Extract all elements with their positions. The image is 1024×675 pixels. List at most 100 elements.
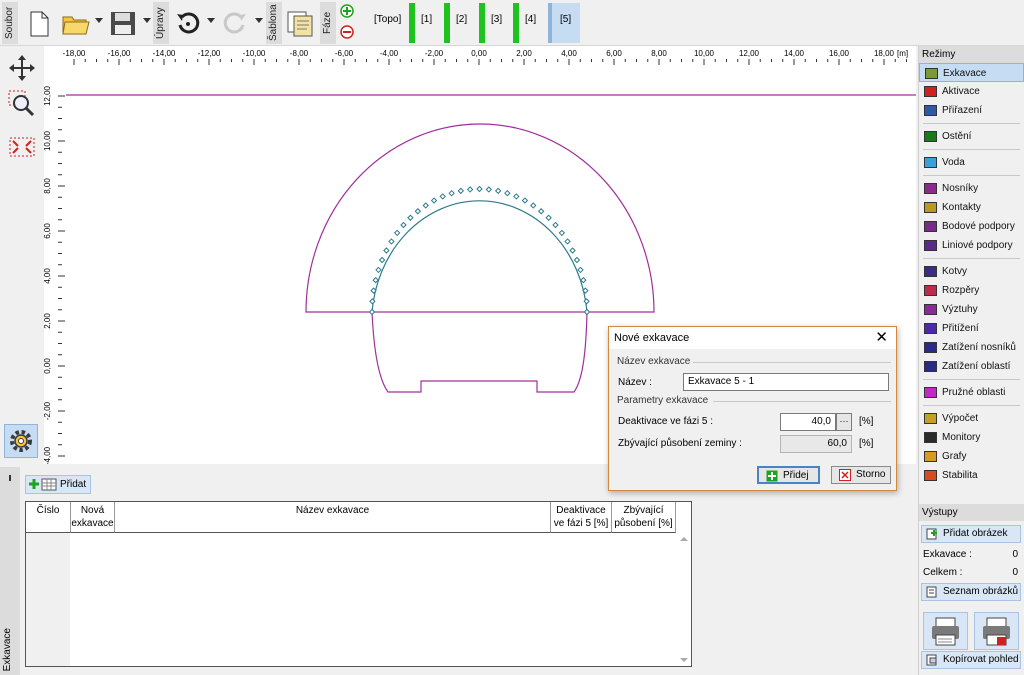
phase-tab-3[interactable]: [3] (491, 14, 502, 25)
mesh-node (466, 186, 474, 193)
open-dropdown-arrow[interactable] (95, 18, 103, 23)
save-dropdown-arrow[interactable] (143, 18, 151, 23)
redo-button[interactable] (220, 4, 250, 42)
mode-item-surcharge[interactable]: Přitížení (919, 319, 1024, 338)
remove-phase-button[interactable] (340, 25, 354, 39)
mode-item-monitors[interactable]: Monitory (919, 428, 1024, 447)
phase-tab-5[interactable]: [5] (560, 14, 571, 25)
column-header-new[interactable]: Nová exkavace (71, 502, 115, 533)
mesh-node (378, 256, 386, 264)
gear-icon (10, 430, 32, 452)
mode-item-beams[interactable]: Nosníky (919, 179, 1024, 198)
table-scrollbar[interactable] (677, 533, 691, 666)
edit-menu[interactable]: Úpravy (153, 2, 169, 44)
redo-dropdown-arrow[interactable] (255, 18, 263, 23)
printer-pdf-icon (983, 617, 1010, 646)
point-supports-icon (924, 221, 937, 232)
file-menu[interactable]: Soubor (2, 2, 18, 44)
y-tick-label: 12,00 (44, 85, 52, 106)
undo-button[interactable] (173, 4, 203, 42)
mode-item-elastic-regions[interactable]: Pružné oblasti (919, 383, 1024, 402)
mode-item-line-supports[interactable]: Liniové podpory (919, 236, 1024, 255)
column-header-name[interactable]: Název exkavace (115, 502, 551, 533)
new-file-icon (30, 11, 49, 37)
x-tick-label: -18,00 (63, 49, 86, 58)
settings-button[interactable] (4, 424, 38, 458)
y-tick-label: 4,00 (44, 268, 52, 284)
phases-menu[interactable]: Fáze (320, 2, 336, 44)
column-header-deactivation[interactable]: Deaktivace ve fázi 5 [%] (551, 502, 612, 533)
mesh-node (448, 189, 455, 197)
mode-item-props[interactable]: Rozpěry (919, 281, 1024, 300)
excavation-table[interactable]: Číslo Nová exkavace Název exkavace Deakti… (25, 501, 692, 667)
print-to-pdf-button[interactable] (974, 612, 1019, 650)
add-excavation-button[interactable]: Přidat (25, 475, 91, 494)
mesh-node (558, 229, 566, 237)
cancel-button[interactable]: Storno (831, 466, 891, 484)
zoom-extents-button[interactable] (8, 133, 36, 161)
scroll-down-arrow[interactable] (680, 658, 688, 662)
bottom-side-tab: Exkavace (0, 467, 20, 675)
pan-button[interactable] (8, 54, 36, 82)
copy-view-button[interactable]: Kopírovat pohled (921, 651, 1021, 669)
mesh-node (583, 308, 591, 316)
add-picture-button[interactable]: Přidat obrázek (921, 525, 1021, 543)
scroll-up-arrow[interactable] (680, 537, 688, 541)
x-tick-label: 2,00 (516, 49, 532, 58)
group-divider-name (693, 362, 891, 363)
mesh-node (388, 238, 395, 245)
ellipsis-button[interactable]: ··· (836, 413, 852, 431)
picture-list-icon (926, 586, 937, 598)
save-button[interactable] (107, 4, 137, 42)
mesh-node (430, 197, 438, 204)
mode-item-stability[interactable]: Stabilita (919, 466, 1024, 485)
phase-tab-topo[interactable]: [Topo] (374, 14, 401, 25)
phase-2-marker (444, 3, 450, 43)
excavation-name-input[interactable]: Exkavace 5 - 1 (683, 373, 889, 391)
print-button[interactable] (923, 612, 968, 650)
name-label: Název : (618, 377, 652, 388)
mode-item-assignment[interactable]: Přiřazení (919, 101, 1024, 120)
remaining-value-field: 60,0 (780, 435, 852, 453)
template-button[interactable] (285, 4, 315, 42)
dialog-titlebar: Nové exkavace ✕ (609, 327, 896, 349)
mode-item-beam-loads[interactable]: Zatížení nosníků (919, 338, 1024, 357)
mesh-node (545, 214, 552, 221)
mode-item-point-supports[interactable]: Bodové podpory (919, 217, 1024, 236)
mode-item-label: Přiřazení (942, 105, 983, 116)
mode-item-lining[interactable]: Ostění (919, 127, 1024, 146)
excavation-arch[interactable] (371, 200, 588, 313)
picture-list-button[interactable]: Seznam obrázků (921, 583, 1021, 601)
undo-dropdown-arrow[interactable] (207, 18, 215, 23)
mode-item-graphs[interactable]: Grafy (919, 447, 1024, 466)
mode-item-label: Zatížení nosníků (942, 342, 1016, 353)
beam-loads-icon (924, 342, 937, 353)
close-icon[interactable]: ✕ (875, 330, 888, 345)
mode-item-activation[interactable]: Aktivace (919, 82, 1024, 101)
mode-item-analysis[interactable]: Výpočet (919, 409, 1024, 428)
zoom-window-button[interactable] (8, 90, 36, 118)
mode-item-reinforcements[interactable]: Výztuhy (919, 300, 1024, 319)
add-button-label: Přidej (783, 470, 809, 481)
add-phase-button[interactable] (340, 4, 354, 18)
mode-item-excavation[interactable]: Exkavace (919, 63, 1024, 82)
phase-tab-4[interactable]: [4] (525, 14, 536, 25)
open-file-button[interactable] (60, 4, 90, 42)
column-header-number[interactable]: Číslo (26, 502, 71, 533)
new-file-button[interactable] (24, 4, 54, 42)
add-button[interactable]: Přidej (757, 466, 820, 484)
excavation-icon (925, 68, 938, 79)
modes-separator (923, 405, 1020, 406)
mode-item-contacts[interactable]: Kontakty (919, 198, 1024, 217)
phase-tab-2[interactable]: [2] (456, 14, 467, 25)
mode-item-region-loads[interactable]: Zatížení oblastí (919, 357, 1024, 376)
y-tick-label: 8,00 (44, 178, 52, 194)
column-header-remaining[interactable]: Zbývající působení [%] (612, 502, 676, 533)
deactivation-input[interactable]: 40,0 (780, 413, 836, 431)
phase-tab-1[interactable]: [1] (421, 14, 432, 25)
template-menu[interactable]: Šablona (266, 2, 282, 44)
x-tick-label: 18,00 (874, 49, 895, 58)
mode-item-anchors[interactable]: Kotvy (919, 262, 1024, 281)
mode-item-water[interactable]: Voda (919, 153, 1024, 172)
panel-pin-icon[interactable] (9, 475, 11, 481)
